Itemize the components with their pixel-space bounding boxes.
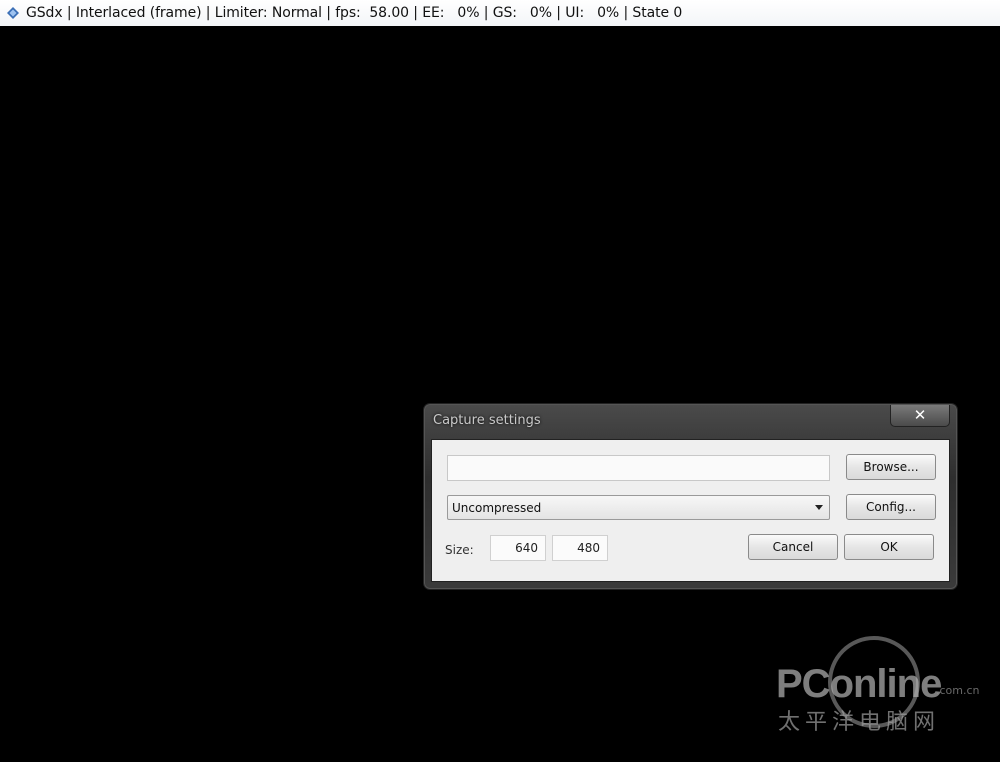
watermark-logo-text: PConline bbox=[776, 662, 942, 706]
codec-selected-value: Uncompressed bbox=[452, 500, 542, 515]
close-button[interactable]: ✕ bbox=[890, 405, 950, 427]
dialog-client-area: Browse... Uncompressed Config... Size: C… bbox=[431, 439, 950, 582]
chevron-down-icon bbox=[815, 505, 823, 510]
cancel-button[interactable]: Cancel bbox=[748, 534, 838, 560]
pconline-watermark: PConline .com.cn 太平洋电脑网 bbox=[776, 636, 986, 736]
dialog-title: Capture settings bbox=[433, 413, 541, 428]
config-button[interactable]: Config... bbox=[846, 494, 936, 520]
width-input[interactable] bbox=[490, 535, 546, 561]
capture-path-input[interactable] bbox=[447, 455, 830, 481]
window-titlebar[interactable]: GSdx | Interlaced (frame) | Limiter: Nor… bbox=[0, 0, 1000, 26]
capture-settings-dialog: Capture settings ✕ Browse... Uncompresse… bbox=[424, 404, 957, 589]
app-icon[interactable] bbox=[6, 6, 20, 20]
watermark-chinese-text: 太平洋电脑网 bbox=[778, 710, 941, 735]
codec-select[interactable]: Uncompressed bbox=[447, 495, 830, 520]
browse-button[interactable]: Browse... bbox=[846, 454, 936, 480]
close-icon: ✕ bbox=[913, 406, 927, 424]
watermark-domain: .com.cn bbox=[936, 684, 980, 697]
ok-button[interactable]: OK bbox=[844, 534, 934, 560]
size-label: Size: bbox=[445, 543, 474, 557]
window-title: GSdx | Interlaced (frame) | Limiter: Nor… bbox=[26, 5, 683, 21]
height-input[interactable] bbox=[552, 535, 608, 561]
